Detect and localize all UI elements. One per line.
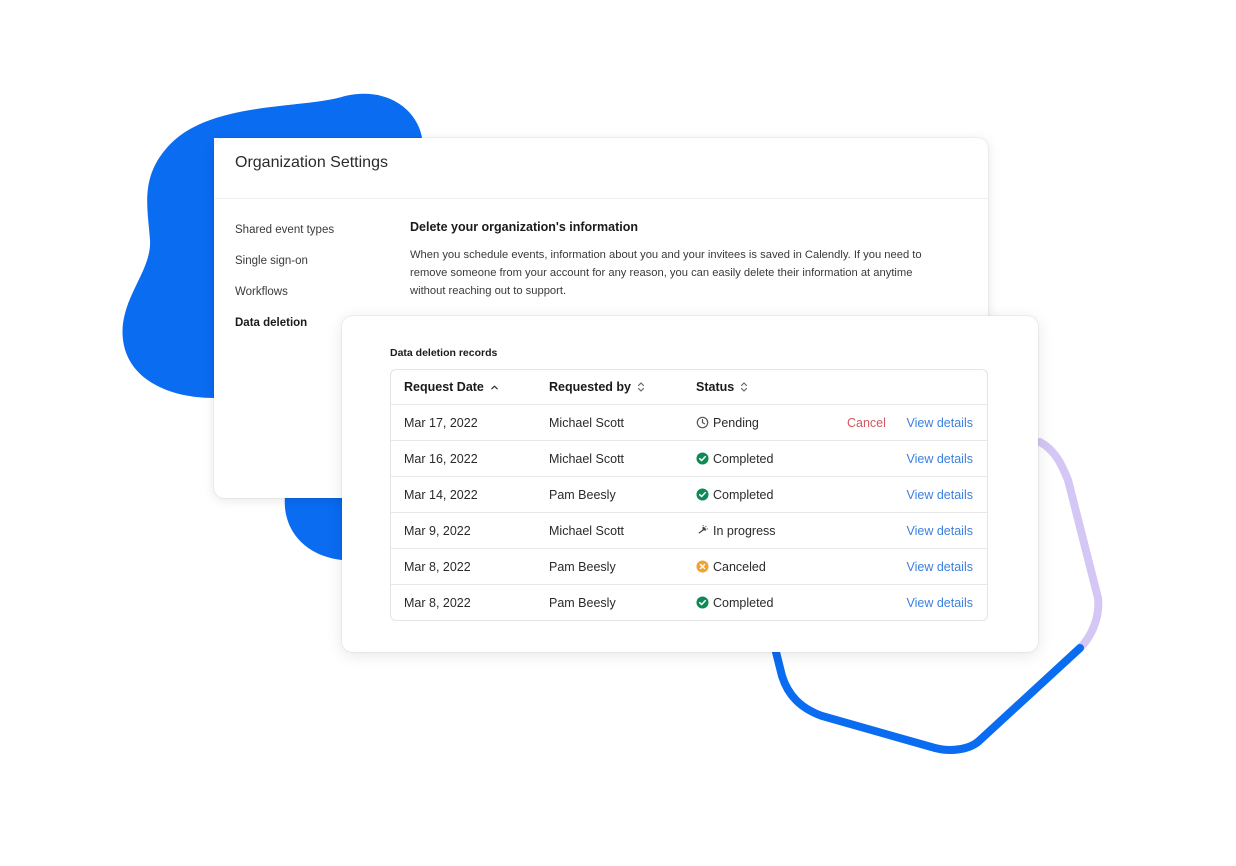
requested-by-cell: Michael Scott — [549, 451, 625, 466]
status-label: Completed — [713, 451, 774, 466]
cancel-link[interactable]: Cancel — [847, 405, 886, 440]
settings-sidebar: Shared event types Single sign-on Workfl… — [235, 222, 334, 346]
table-row: Mar 9, 2022 Michael Scott In progress Vi… — [391, 512, 987, 548]
blue-frame-shape — [772, 644, 1084, 754]
requested-by-cell: Pam Beesly — [549, 487, 616, 502]
status-label: Completed — [713, 487, 774, 502]
column-label: Requested by — [549, 380, 631, 394]
view-details-link[interactable]: View details — [907, 585, 973, 620]
request-date-cell: Mar 9, 2022 — [404, 523, 471, 538]
status-cell: Pending — [696, 405, 759, 440]
status-cell: Completed — [696, 477, 773, 512]
sidebar-item-single-sign-on[interactable]: Single sign-on — [235, 253, 334, 284]
status-label: Canceled — [713, 559, 766, 574]
sidebar-item-shared-event-types[interactable]: Shared event types — [235, 222, 334, 253]
requested-by-cell: Pam Beesly — [549, 559, 616, 574]
status-label: In progress — [713, 523, 776, 538]
x-circle-icon — [696, 560, 709, 573]
sidebar-item-data-deletion[interactable]: Data deletion — [235, 315, 334, 346]
request-date-cell: Mar 14, 2022 — [404, 487, 478, 502]
status-cell: In progress — [696, 513, 776, 548]
chevron-up-icon — [490, 383, 499, 392]
view-details-link[interactable]: View details — [907, 513, 973, 548]
request-date-cell: Mar 16, 2022 — [404, 451, 478, 466]
table-row: Mar 8, 2022 Pam Beesly Canceled View det… — [391, 548, 987, 584]
column-header-request-date[interactable]: Request Date — [404, 370, 499, 404]
sidebar-item-workflows[interactable]: Workflows — [235, 284, 334, 315]
table-header-row: Request Date Requested by Status — [391, 370, 987, 404]
data-deletion-records-card: Data deletion records Request Date Reque… — [342, 316, 1038, 652]
sort-icon — [637, 381, 645, 393]
request-date-cell: Mar 17, 2022 — [404, 415, 478, 430]
table-row: Mar 8, 2022 Pam Beesly Completed View de… — [391, 584, 987, 620]
requested-by-cell: Michael Scott — [549, 415, 625, 430]
requested-by-cell: Pam Beesly — [549, 595, 616, 610]
table-row: Mar 17, 2022 Michael Scott Pending Cance… — [391, 404, 987, 440]
status-cell: Canceled — [696, 549, 766, 584]
status-label: Completed — [713, 595, 774, 610]
records-title: Data deletion records — [390, 347, 498, 359]
requested-by-cell: Michael Scott — [549, 523, 625, 538]
column-label: Request Date — [404, 380, 484, 394]
section-title: Delete your organization's information — [410, 220, 638, 234]
section-description: When you schedule events, information ab… — [410, 249, 922, 297]
view-details-link[interactable]: View details — [907, 405, 973, 440]
table-row: Mar 16, 2022 Michael Scott Completed Vie… — [391, 440, 987, 476]
check-circle-icon — [696, 452, 709, 465]
blue-blob-lower-shape — [284, 496, 342, 560]
column-header-requested-by[interactable]: Requested by — [549, 370, 645, 404]
check-circle-icon — [696, 488, 709, 501]
table-row: Mar 14, 2022 Pam Beesly Completed View d… — [391, 476, 987, 512]
sort-icon — [740, 381, 748, 393]
view-details-link[interactable]: View details — [907, 477, 973, 512]
header-divider — [214, 198, 988, 199]
column-header-status[interactable]: Status — [696, 370, 748, 404]
column-label: Status — [696, 380, 735, 394]
check-circle-icon — [696, 596, 709, 609]
request-date-cell: Mar 8, 2022 — [404, 595, 471, 610]
clock-icon — [696, 416, 709, 429]
lavender-frame-shape — [1036, 438, 1103, 652]
progress-icon — [696, 524, 709, 537]
page-title: Organization Settings — [235, 154, 388, 171]
request-date-cell: Mar 8, 2022 — [404, 559, 471, 574]
records-table: Request Date Requested by Status Mar 17, — [390, 369, 988, 621]
view-details-link[interactable]: View details — [907, 441, 973, 476]
status-label: Pending — [713, 415, 759, 430]
view-details-link[interactable]: View details — [907, 549, 973, 584]
status-cell: Completed — [696, 441, 773, 476]
status-cell: Completed — [696, 585, 773, 620]
